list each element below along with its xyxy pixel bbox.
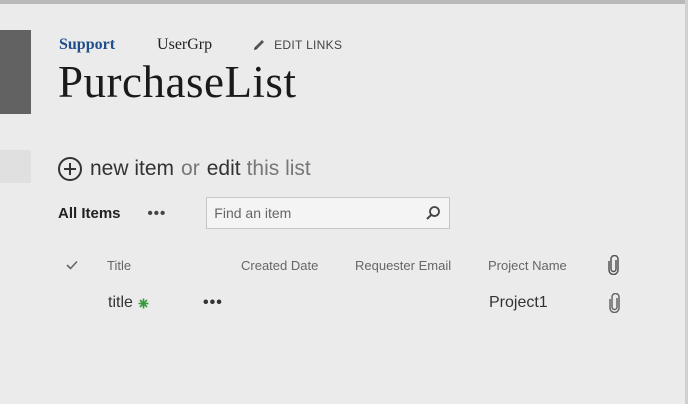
view-more-button[interactable]: ••• [148, 205, 167, 222]
list-header-row: Title Created Date Requester Email Proje… [58, 254, 633, 276]
quick-launch-tab[interactable] [0, 150, 31, 183]
view-toolbar: All Items ••• [58, 197, 451, 229]
table-row[interactable]: title ••• Project1 [58, 290, 633, 316]
breadcrumb-usergrp[interactable]: UserGrp [157, 36, 212, 54]
breadcrumb: Support UserGrp EDIT LINKS [59, 35, 342, 55]
search-input[interactable] [214, 205, 415, 221]
new-item-bar: new item or edit this list [58, 155, 311, 183]
paperclip-icon [608, 255, 619, 275]
new-item-badge-icon [138, 298, 149, 308]
search-box[interactable] [206, 197, 451, 229]
item-title-link[interactable]: title [108, 294, 133, 312]
edit-links-button[interactable]: EDIT LINKS [252, 38, 342, 52]
item-title-cell[interactable]: title [108, 290, 149, 316]
top-border [0, 0, 688, 4]
edit-list-link[interactable]: edit [207, 157, 241, 181]
column-header-requester-email[interactable]: Requester Email [355, 254, 451, 276]
select-all-checkbox[interactable] [66, 254, 78, 276]
item-attachment[interactable] [609, 290, 621, 316]
item-more-button[interactable]: ••• [203, 290, 223, 316]
plus-circle-icon[interactable] [58, 157, 82, 181]
column-header-attachments[interactable] [608, 254, 620, 276]
view-all-items[interactable]: All Items [58, 205, 121, 222]
item-project-name-cell: Project1 [489, 294, 548, 311]
or-label: or [181, 157, 200, 180]
search-icon[interactable] [425, 205, 441, 221]
this-list-label[interactable]: this list [247, 157, 311, 181]
edit-links-label: EDIT LINKS [274, 38, 343, 52]
page-title: PurchaseList [58, 57, 297, 107]
column-header-title[interactable]: Title [107, 254, 131, 276]
breadcrumb-support[interactable]: Support [59, 36, 115, 54]
site-logo-tile[interactable] [0, 30, 31, 114]
checkmark-icon [66, 260, 78, 270]
column-header-project-name[interactable]: Project Name [488, 254, 567, 276]
pencil-icon [254, 40, 265, 50]
paperclip-icon [609, 293, 620, 313]
column-header-created-date[interactable]: Created Date [241, 254, 318, 276]
new-item-link[interactable]: new item [90, 157, 174, 181]
